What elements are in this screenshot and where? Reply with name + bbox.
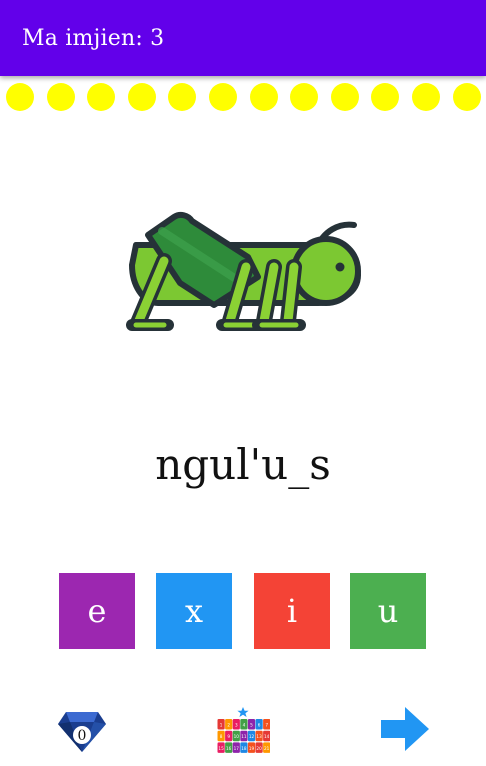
calendar-tile: 11 — [240, 730, 248, 742]
gem-count: 0 — [78, 728, 87, 744]
progress-dot — [127, 83, 156, 111]
calendar-tile: 19 — [247, 742, 256, 753]
calendar-tile: 15 — [217, 742, 225, 753]
calendar-tile: 7 — [263, 719, 271, 730]
app-title: Ma imjien: 3 — [22, 25, 165, 51]
calendar-tile: 1 — [217, 719, 225, 730]
progress-dot — [6, 83, 34, 111]
choice-label: x — [184, 592, 204, 630]
choice-label: e — [87, 592, 107, 630]
calendar-button[interactable]: 1 2 3 4 5 6 7 8 9 10 11 12 13 14 15 16 17 18 19 20 21 — [216, 706, 271, 756]
calendar-tile: 9 — [225, 730, 233, 742]
calendar-tile: 6 — [255, 719, 263, 730]
choice-button[interactable]: i — [254, 573, 330, 649]
calendar-tile-number: 2 — [227, 722, 230, 727]
calendar-tile: 17 — [232, 742, 240, 753]
calendar-tile-number: 7 — [265, 722, 268, 727]
calendar-tile: 5 — [247, 719, 256, 730]
progress-dot — [249, 83, 278, 111]
progress-dot — [412, 83, 440, 111]
calendar-tile: 4 — [240, 719, 248, 730]
calendar-tile: 12 — [247, 730, 256, 742]
grasshopper-icon — [118, 205, 368, 345]
arrow-right-icon — [381, 707, 429, 751]
calendar-tile-number: 14 — [264, 734, 270, 739]
choice-button[interactable]: u — [350, 573, 426, 649]
calendar-tile: 14 — [263, 730, 271, 742]
calendar-tile-number: 11 — [241, 734, 247, 739]
calendar-tile-number: 15 — [218, 746, 224, 751]
calendar-tile-number: 4 — [243, 722, 246, 727]
progress-dot — [87, 83, 116, 111]
calendar-tile-number: 5 — [250, 722, 253, 727]
calendar-tile: 3 — [232, 719, 240, 730]
calendar-tile-number: 9 — [227, 734, 230, 739]
choice-label: i — [286, 592, 298, 630]
choice-label: u — [377, 592, 399, 630]
calendar-tile: 8 — [217, 730, 225, 742]
calendar-tile: 21 — [263, 742, 271, 753]
progress-dot — [330, 83, 359, 111]
calendar-tile-number: 19 — [249, 746, 255, 751]
calendar-tile-number: 21 — [264, 746, 270, 751]
calendar-tile: 20 — [255, 742, 263, 753]
choice-button[interactable]: x — [156, 573, 232, 649]
calendar-tile-number: 13 — [256, 734, 262, 739]
progress-dot — [290, 83, 319, 111]
calendar-tile-number: 12 — [249, 734, 255, 739]
choice-button[interactable]: e — [59, 573, 135, 649]
calendar-tile-number: 17 — [234, 746, 240, 751]
gem-button[interactable]: 0 — [56, 708, 108, 754]
app-bar: Ma imjien: 3 — [0, 0, 486, 76]
calendar-tile: 13 — [255, 730, 263, 742]
calendar-tile-number: 10 — [234, 734, 240, 739]
next-button[interactable] — [379, 704, 431, 754]
calendar-tile: 16 — [225, 742, 233, 753]
calendar-icon: 1 2 3 4 5 6 78 9 10 11 12 13 1415 16 17 18 19 20 21 — [217, 707, 271, 753]
calendar-tile-number: 16 — [226, 746, 232, 751]
progress-dot — [452, 83, 481, 111]
calendar-tile: 2 — [225, 719, 233, 730]
progress-dot — [209, 83, 237, 111]
progress-dot — [371, 83, 400, 111]
gem-icon: 0 — [58, 712, 106, 752]
calendar-tile-number: 20 — [256, 746, 262, 751]
calendar-tile-number: 6 — [258, 722, 261, 727]
calendar-tile: 18 — [240, 742, 248, 753]
calendar-tile-number: 1 — [220, 722, 223, 727]
calendar-tile: 10 — [232, 730, 240, 742]
progress-dot — [168, 83, 197, 111]
calendar-tile-number: 3 — [235, 722, 238, 727]
calendar-tile-number: 8 — [220, 734, 223, 739]
progress-dots — [6, 83, 482, 111]
calendar-tile-number: 18 — [241, 746, 247, 751]
word-puzzle: ngul'u_s — [155, 440, 331, 489]
progress-dot — [46, 83, 75, 111]
